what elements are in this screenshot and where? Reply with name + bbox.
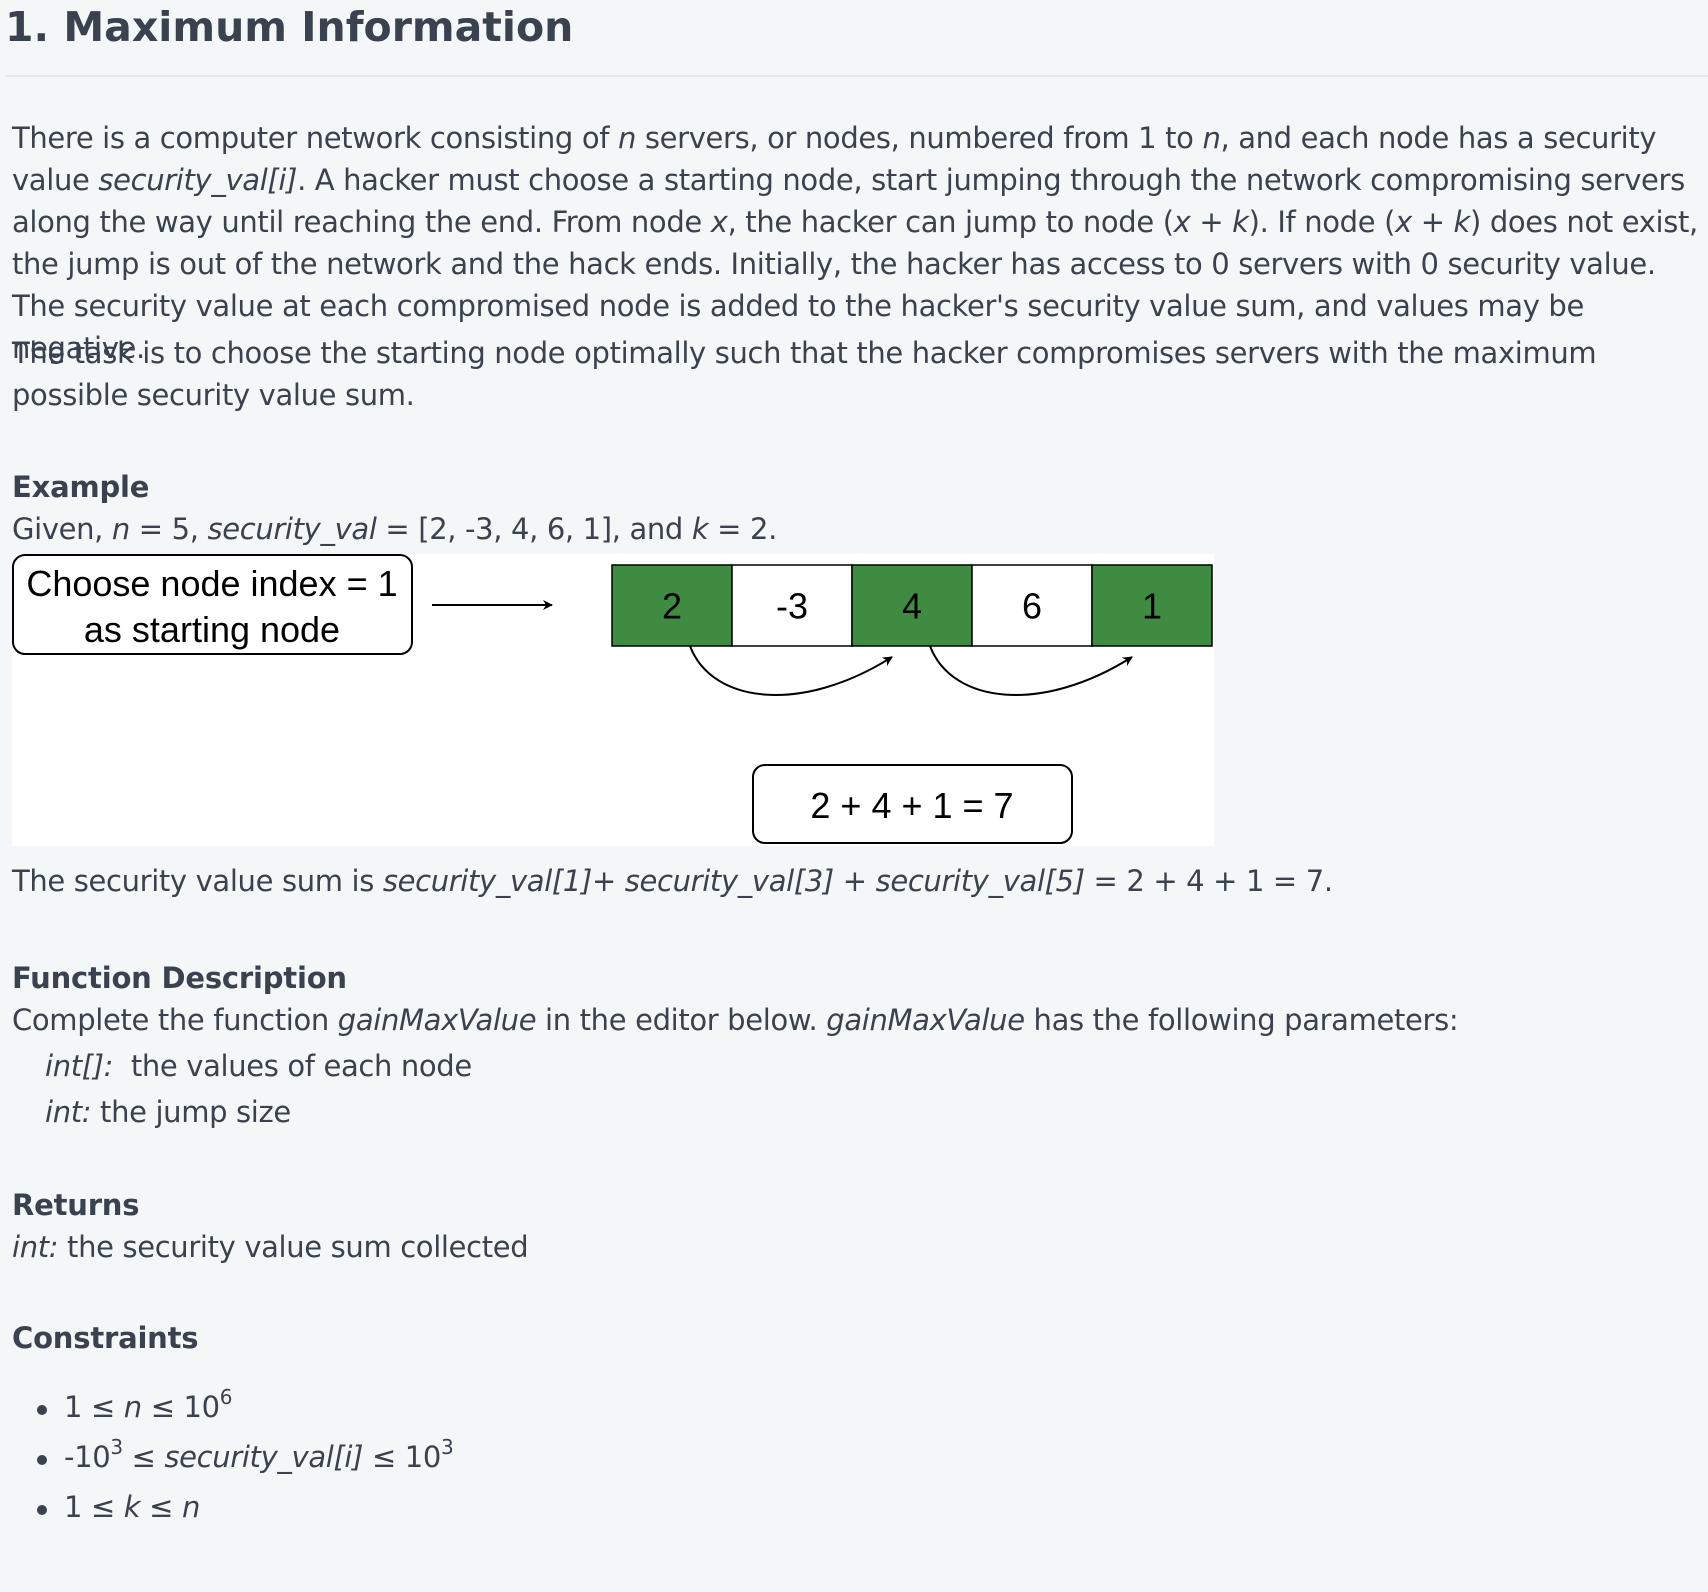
param-jump: int: the jump size [45, 1095, 291, 1129]
example-heading: Example [12, 470, 150, 504]
page-title: 1. Maximum Information [5, 3, 574, 51]
node-value-5: 1 [1142, 586, 1162, 627]
constraints-list: 1 ≤ n ≤ 106 -103 ≤ security_val[i] ≤ 103… [30, 1385, 454, 1535]
node-value-2: -3 [776, 586, 808, 627]
title-divider [5, 75, 1708, 77]
example-explanation: The security value sum is security_val[1… [12, 864, 1333, 898]
function-description-intro: Complete the function gainMaxValue in th… [12, 1003, 1459, 1037]
constraints-heading: Constraints [12, 1321, 199, 1355]
node-value-1: 2 [662, 586, 682, 627]
jump-arrow-1-to-3 [689, 645, 893, 696]
returns-heading: Returns [12, 1188, 140, 1222]
task-statement: The task is to choose the starting node … [12, 336, 1597, 412]
constraint-k: 1 ≤ k ≤ n [30, 1485, 453, 1535]
example-diagram: Choose node index = 1 as starting node 2… [12, 554, 1214, 846]
start-node-label-line1: Choose node index = 1 [26, 563, 397, 604]
node-value-4: 6 [1022, 586, 1042, 627]
example-given: Given, n = 5, security_val = [2, -3, 4, … [12, 512, 777, 546]
returns-value: int: the security value sum collected [12, 1230, 529, 1264]
jump-arrow-3-to-5 [929, 645, 1133, 696]
constraint-security-val: -103 ≤ security_val[i] ≤ 103 [30, 1435, 454, 1485]
function-description-heading: Function Description [12, 961, 347, 995]
constraint-n: 1 ≤ n ≤ 106 [30, 1385, 453, 1435]
node-value-3: 4 [902, 586, 922, 627]
node-array: 2 -3 4 6 1 [611, 564, 1213, 647]
sum-label: 2 + 4 + 1 = 7 [810, 785, 1013, 826]
start-node-label-line2: as starting node [84, 609, 340, 650]
param-values: int[]: the values of each node [45, 1049, 472, 1083]
